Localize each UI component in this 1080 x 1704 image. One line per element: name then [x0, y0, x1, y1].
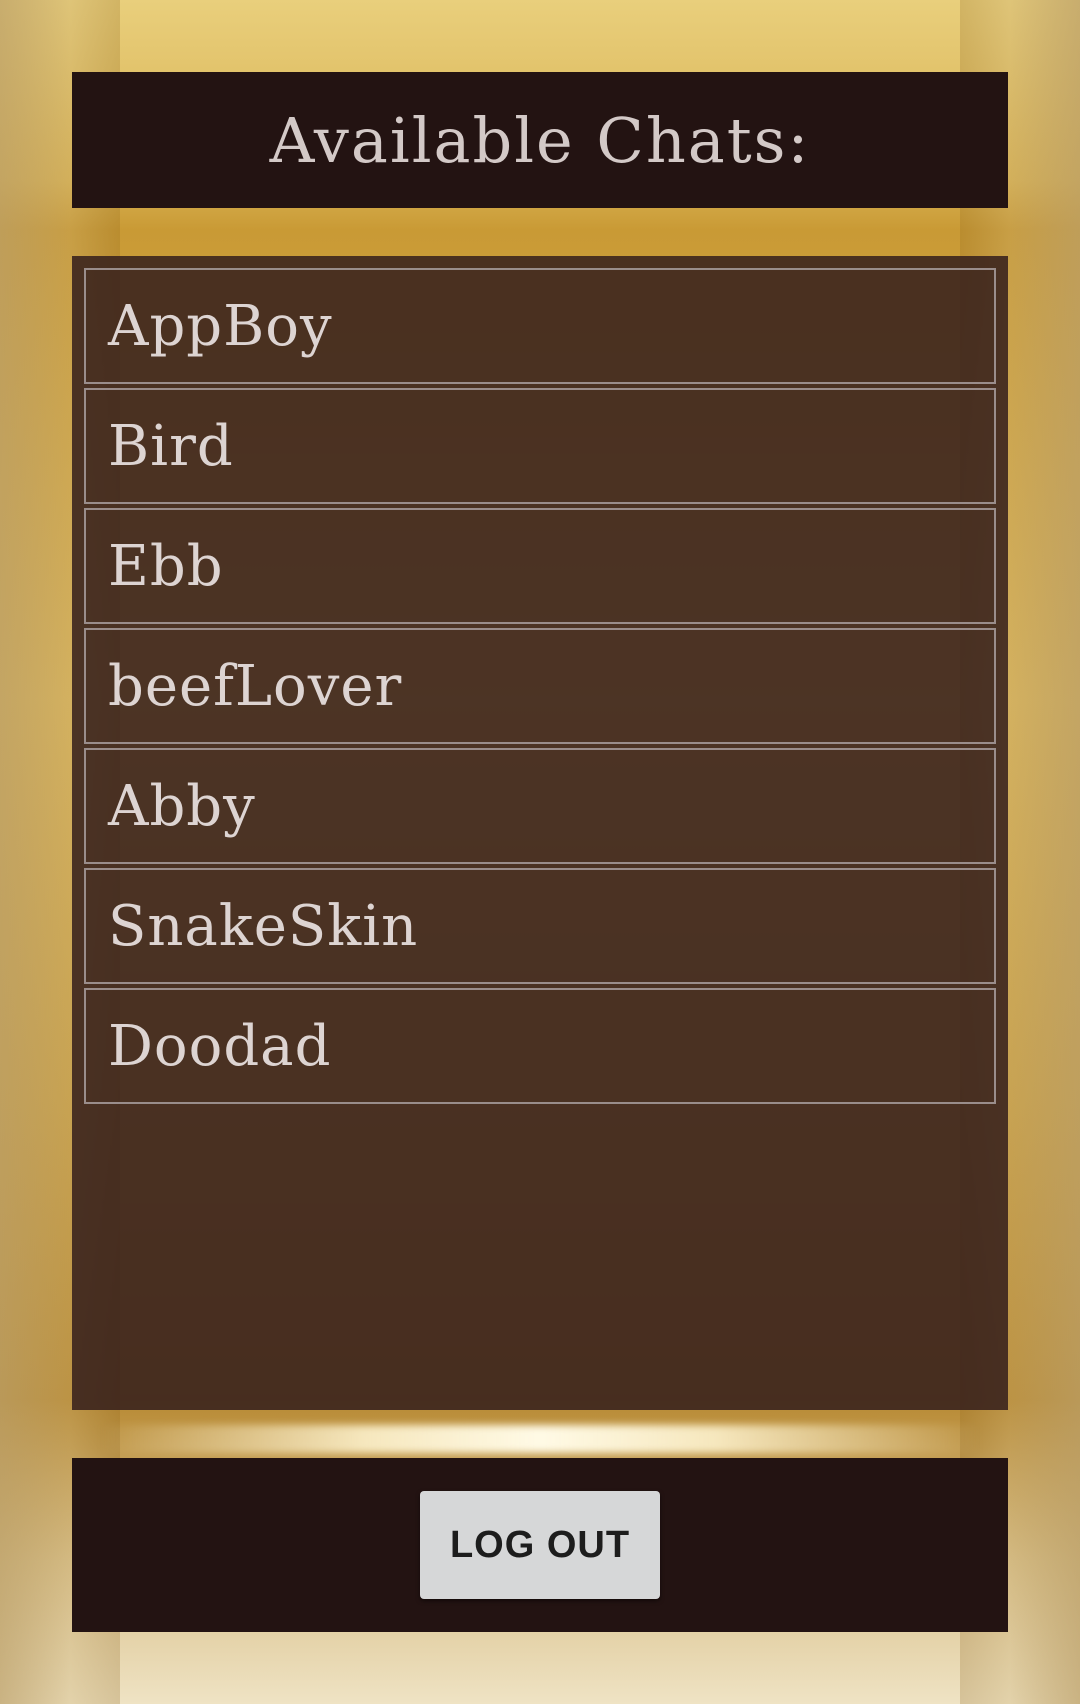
chat-item-label: SnakeSkin: [108, 893, 419, 959]
chat-list-panel[interactable]: AppBoy Bird Ebb beefLover Abby SnakeSkin…: [72, 256, 1008, 1410]
chat-item-beeflover[interactable]: beefLover: [84, 628, 996, 744]
logout-button[interactable]: LOG OUT: [420, 1491, 660, 1599]
chat-item-snakeskin[interactable]: SnakeSkin: [84, 868, 996, 984]
background-lights: [100, 1425, 980, 1453]
chat-item-label: Abby: [108, 773, 256, 839]
chat-item-ebb[interactable]: Ebb: [84, 508, 996, 624]
chat-list: AppBoy Bird Ebb beefLover Abby SnakeSkin…: [72, 256, 1008, 1104]
chat-item-doodad[interactable]: Doodad: [84, 988, 996, 1104]
chat-item-appboy[interactable]: AppBoy: [84, 268, 996, 384]
page-title: Available Chats:: [269, 103, 811, 177]
chat-item-label: Ebb: [108, 533, 224, 599]
chat-item-abby[interactable]: Abby: [84, 748, 996, 864]
chat-item-bird[interactable]: Bird: [84, 388, 996, 504]
chat-item-label: AppBoy: [108, 293, 333, 359]
chat-item-label: Bird: [108, 413, 234, 479]
chat-item-label: beefLover: [108, 653, 403, 719]
chat-item-label: Doodad: [108, 1013, 332, 1079]
footer-bar: LOG OUT: [72, 1458, 1008, 1632]
header-bar: Available Chats:: [72, 72, 1008, 208]
